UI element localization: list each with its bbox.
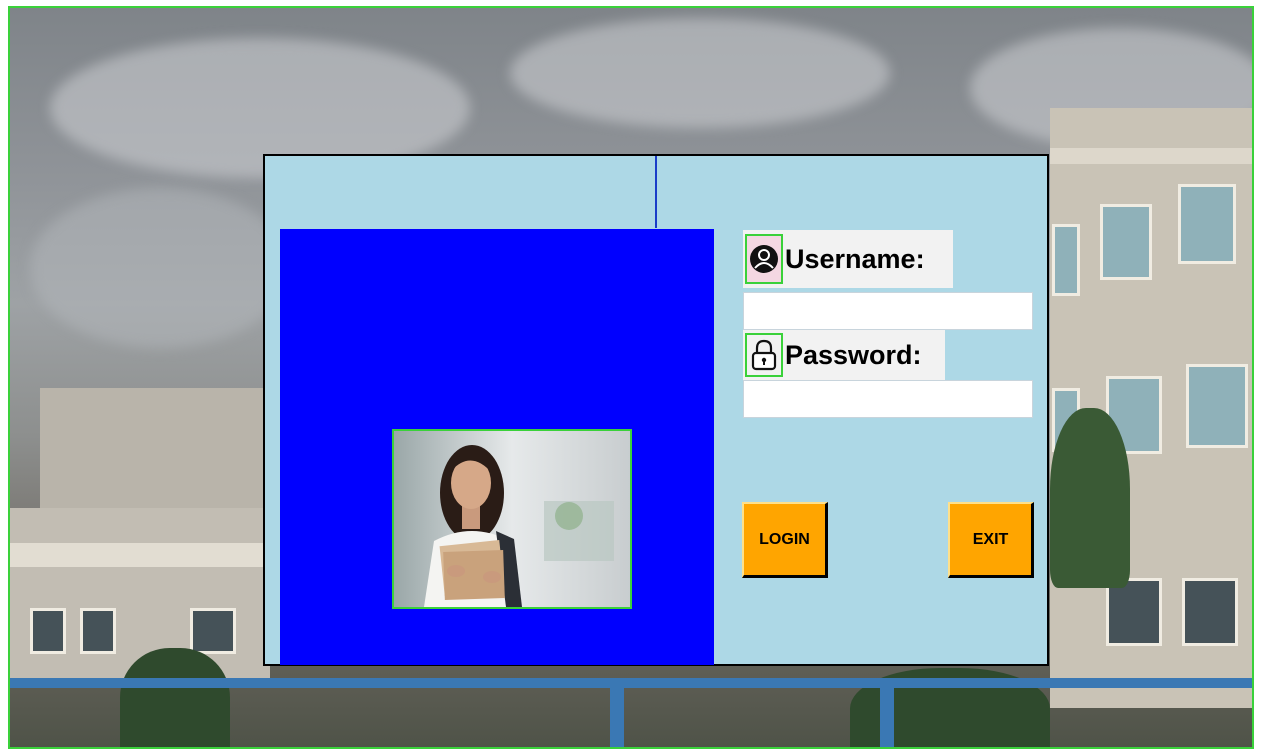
padlock-icon <box>745 333 783 377</box>
student-image <box>394 431 630 607</box>
username-input[interactable] <box>743 292 1033 330</box>
username-label-box: Username: <box>743 230 953 288</box>
student-photo <box>392 429 632 609</box>
image-panel <box>280 229 714 665</box>
divider-line <box>655 156 657 228</box>
password-label-box: Password: <box>743 330 945 380</box>
password-input[interactable] <box>743 380 1033 418</box>
login-button[interactable]: LOGIN <box>742 502 828 578</box>
password-label: Password: <box>785 339 922 370</box>
login-dialog: Username: Password: LOGIN EXIT <box>263 154 1049 666</box>
username-label: Username: <box>785 243 925 274</box>
user-avatar-icon <box>745 234 783 284</box>
exit-button[interactable]: EXIT <box>948 502 1034 578</box>
